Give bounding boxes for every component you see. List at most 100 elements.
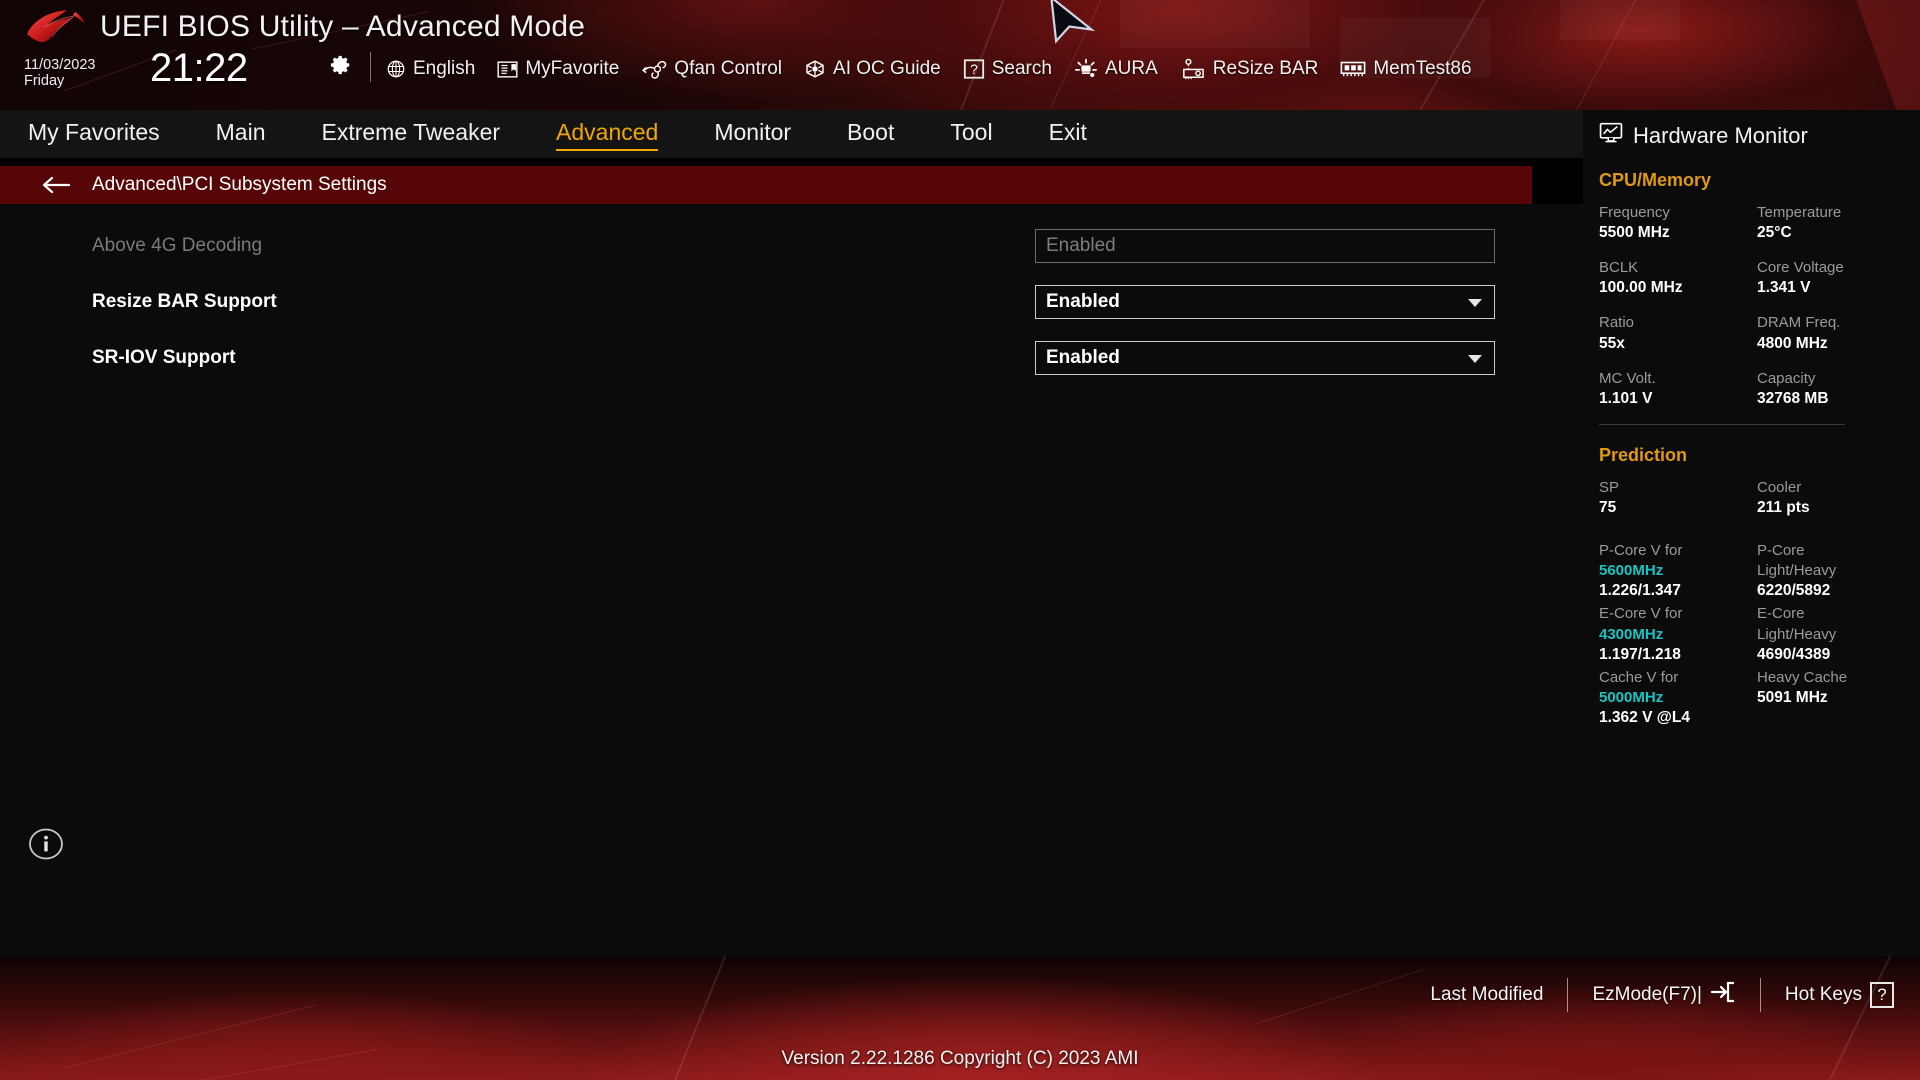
ezmode-button[interactable]: EzMode(F7)| [1592, 980, 1735, 1010]
hwm-cell: E-Core V for 4300MHz 1.197/1.218 [1599, 604, 1757, 665]
top-menu-label: Qfan Control [674, 58, 783, 79]
hwm-key: Core Voltage [1757, 259, 1844, 277]
divider [370, 52, 371, 82]
title-banner: UEFI BIOS Utility – Advanced Mode 11/03/… [0, 0, 1920, 110]
hwm-cell: Frequency 5500 MHz [1599, 203, 1757, 244]
chevron-down-icon[interactable] [1468, 355, 1482, 363]
setting-row-sr-iov-support[interactable]: SR-IOV Support Enabled [0, 330, 1583, 386]
hwm-prediction-detail-grid: P-Core V for 5600MHz 1.226/1.347 P-Core … [1599, 541, 1891, 729]
setting-label: Above 4G Decoding [92, 235, 263, 256]
divider [1599, 423, 1845, 425]
top-menu-label: AURA [1104, 58, 1158, 79]
hwm-value: 211 pts [1757, 498, 1810, 516]
tab-my-favorites[interactable]: My Favorites [28, 119, 160, 150]
hardware-monitor-panel: Hardware Monitor CPU/Memory Frequency 55… [1583, 110, 1920, 956]
weekday-value: Friday [24, 72, 65, 89]
setting-value-text: Enabled [1046, 347, 1120, 368]
tab-tool[interactable]: Tool [950, 119, 992, 150]
hwm-key-2: Light/Heavy [1757, 562, 1837, 580]
divider [1759, 978, 1761, 1012]
hwm-value: 32768 MB [1757, 389, 1829, 407]
settings-panel: Above 4G Decoding Enabled Resize BAR Sup… [0, 204, 1583, 956]
hwm-value: 1.101 V [1599, 389, 1653, 407]
hwm-cell: P-Core V for 5600MHz 1.226/1.347 [1599, 541, 1757, 602]
setting-value-text: Enabled [1046, 235, 1116, 256]
top-menu-label: AI OC Guide [833, 58, 941, 79]
setting-row-resize-bar-support[interactable]: Resize BAR Support Enabled [0, 274, 1583, 330]
hwm-key: MC Volt. [1599, 369, 1656, 387]
hwm-key: P-Core [1757, 541, 1805, 559]
top-utility-menu: English MyFavorite Qfan Control AI OC Gu… [386, 55, 1494, 83]
memory-module-icon [1340, 59, 1366, 79]
mouse-cursor [1049, 0, 1096, 44]
hwm-cell: BCLK 100.00 MHz [1599, 258, 1757, 299]
last-modified-button[interactable]: Last Modified [1430, 984, 1543, 1006]
ezmode-label: EzMode(F7)| [1592, 984, 1702, 1005]
top-menu-item-myfavorite[interactable]: MyFavorite [497, 58, 619, 80]
tab-main[interactable]: Main [216, 119, 266, 150]
top-menu-item-resize-bar[interactable]: ReSize BAR [1180, 58, 1319, 80]
tab-monitor[interactable]: Monitor [714, 119, 791, 150]
hwm-value: 1.362 V @L4 [1599, 709, 1690, 727]
chevron-down-icon[interactable] [1468, 299, 1482, 307]
tab-exit[interactable]: Exit [1049, 119, 1087, 150]
tab-boot[interactable]: Boot [847, 119, 894, 150]
hwm-row: Cache V for 5000MHz 1.362 V @L4 Heavy Ca… [1599, 668, 1891, 729]
gear-icon[interactable] [330, 54, 352, 76]
system-clock: 21:22 [150, 46, 248, 90]
date-value: 11/03/2023 [24, 57, 96, 73]
top-menu-item-memtest86[interactable]: MemTest86 [1340, 58, 1472, 80]
top-menu-label: MyFavorite [525, 58, 620, 79]
tab-advanced[interactable]: Advanced [556, 119, 659, 151]
hwm-key: Frequency [1599, 204, 1670, 221]
aura-light-icon [1074, 58, 1098, 80]
hwm-value: 100.00 MHz [1599, 279, 1683, 297]
last-modified-label: Last Modified [1430, 984, 1544, 1005]
hwm-row: E-Core V for 4300MHz 1.197/1.218 E-Core … [1599, 604, 1891, 665]
top-menu-item-ai-oc-guide[interactable]: AI OC Guide [804, 58, 941, 80]
globe-icon [386, 59, 406, 79]
setting-dropdown-resize-bar-support[interactable]: Enabled [1035, 285, 1495, 319]
hot-keys-button[interactable]: Hot Keys ? [1785, 982, 1894, 1008]
top-menu-label: MemTest86 [1373, 58, 1472, 79]
hwm-value: 4690/4389 [1757, 645, 1831, 663]
hwm-value: 75 [1599, 498, 1617, 516]
svg-text:?: ? [970, 62, 978, 77]
hwm-key: Cache V for [1599, 668, 1679, 686]
hwm-cell: Cooler 211 pts [1757, 478, 1891, 519]
hwm-row: P-Core V for 5600MHz 1.226/1.347 P-Core … [1599, 541, 1891, 602]
breadcrumb-path: Advanced\PCI Subsystem Settings [92, 174, 387, 195]
setting-row-above-4g-decoding: Above 4G Decoding Enabled [0, 218, 1583, 274]
setting-value-text: Enabled [1046, 291, 1120, 312]
footer-actions: Last Modified EzMode(F7)| Hot Keys ? [1430, 978, 1894, 1012]
monitor-graph-icon [1599, 122, 1623, 150]
bios-version-text: Version 2.22.1286 Copyright (C) 2023 AMI [781, 1048, 1139, 1069]
top-menu-label: Search [991, 58, 1052, 79]
hwm-prediction-grid: SP 75 Cooler 211 pts [1599, 478, 1891, 519]
system-date: 11/03/2023 Friday [24, 57, 96, 90]
divider [1567, 978, 1569, 1012]
tab-extreme-tweaker[interactable]: Extreme Tweaker [322, 119, 501, 150]
top-menu-item-qfan-control[interactable]: Qfan Control [641, 58, 782, 80]
exit-arrow-icon [1710, 980, 1736, 1010]
hwm-value: 55x [1599, 334, 1625, 352]
hwm-section-heading-cpu-memory: CPU/Memory [1599, 170, 1712, 190]
hwm-cpu-memory-grid: Frequency 5500 MHz Temperature 25°C BCLK… [1599, 203, 1891, 410]
back-arrow-icon[interactable] [42, 175, 72, 195]
hwm-key: P-Core V for [1599, 541, 1683, 559]
top-menu-item-search[interactable]: ? Search [963, 58, 1052, 80]
hwm-value: 5500 MHz [1599, 224, 1670, 242]
top-menu-label: ReSize BAR [1212, 58, 1319, 79]
hwm-section-heading-prediction: Prediction [1599, 444, 1688, 465]
top-menu-item-english[interactable]: English [386, 58, 475, 80]
hwm-key: Capacity [1757, 369, 1816, 387]
hwm-cell: MC Volt. 1.101 V [1599, 369, 1757, 410]
setting-dropdown-sr-iov-support[interactable]: Enabled [1035, 341, 1495, 375]
info-icon[interactable] [28, 826, 64, 862]
banner-decor [1120, 0, 1310, 48]
hwm-value: 4800 MHz [1757, 334, 1828, 352]
hwm-cell: DRAM Freq. 4800 MHz [1757, 313, 1891, 354]
hwm-row: MC Volt. 1.101 V Capacity 32768 MB [1599, 369, 1891, 410]
ai-oc-icon [804, 59, 826, 79]
top-menu-item-aura[interactable]: AURA [1074, 58, 1158, 80]
